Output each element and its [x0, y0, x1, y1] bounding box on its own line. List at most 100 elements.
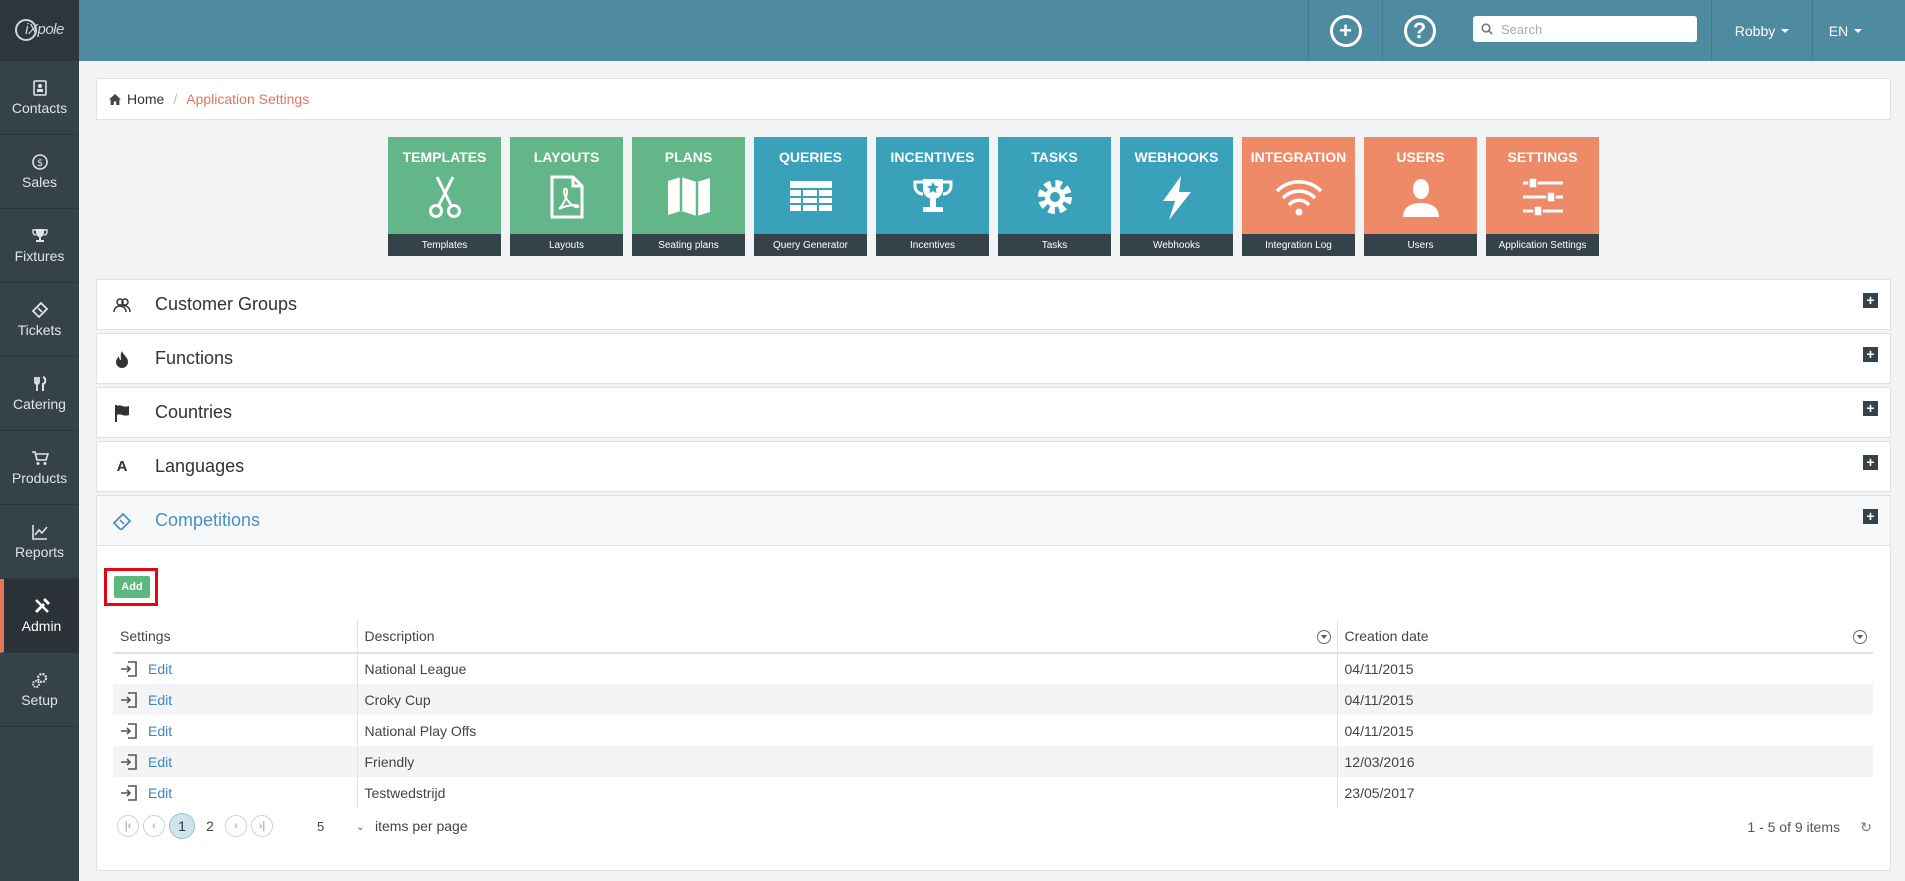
- panel-competitions[interactable]: Competitions +: [96, 495, 1891, 546]
- tile-title: USERS: [1396, 149, 1445, 165]
- breadcrumb-home[interactable]: Home: [127, 91, 164, 107]
- column-header-description[interactable]: Description: [356, 620, 1337, 654]
- contacts-icon: [32, 80, 47, 96]
- page-size-select[interactable]: 5 ⌄: [317, 819, 365, 834]
- tile-footer: Query Generator: [754, 234, 867, 256]
- tile-footer: Webhooks: [1120, 234, 1233, 256]
- sidebar-item-catering[interactable]: Catering: [0, 357, 79, 431]
- prev-page-button[interactable]: ‹: [143, 815, 165, 837]
- lightning-icon: [1162, 176, 1191, 220]
- sign-in-icon: [121, 784, 137, 801]
- tile-footer: Tasks: [998, 234, 1111, 256]
- sign-in-icon: [121, 753, 137, 770]
- expand-icon[interactable]: +: [1863, 455, 1878, 470]
- sidebar: iXpole Contacts $ Sales Fixtures Tickets…: [0, 0, 79, 881]
- top-bar: + ? Robby EN: [79, 0, 1905, 61]
- sidebar-item-sales[interactable]: $ Sales: [0, 135, 79, 209]
- sidebar-item-products[interactable]: Products: [0, 431, 79, 505]
- table-row: Edit National League 04/11/2015: [113, 653, 1873, 684]
- user-menu[interactable]: Robby: [1711, 0, 1812, 61]
- sign-in-icon: [121, 722, 137, 739]
- caret-down-icon: [1781, 28, 1790, 33]
- tile-webhooks[interactable]: WEBHOOKS Webhooks: [1120, 137, 1233, 256]
- tile-queries[interactable]: QUERIES Query Generator: [754, 137, 867, 256]
- panel-customer-groups[interactable]: Customer Groups +: [96, 279, 1891, 330]
- tile-footer: Templates: [388, 234, 501, 256]
- filter-icon[interactable]: [1853, 630, 1867, 644]
- tile-integration[interactable]: INTEGRATION Integration Log: [1242, 137, 1355, 256]
- sidebar-item-label: Products: [11, 470, 68, 486]
- edit-link[interactable]: Edit: [148, 692, 172, 708]
- page-button-current[interactable]: 1: [169, 813, 195, 839]
- next-page-button[interactable]: ›: [225, 815, 247, 837]
- column-header-creation-date[interactable]: Creation date: [1336, 620, 1873, 654]
- sidebar-item-tickets[interactable]: Tickets: [0, 283, 79, 357]
- tile-footer: Integration Log: [1242, 234, 1355, 256]
- first-page-button[interactable]: |‹: [117, 815, 139, 837]
- edit-link[interactable]: Edit: [148, 661, 172, 677]
- dollar-icon: $: [31, 154, 48, 170]
- cell-creation-date: 04/11/2015: [1336, 684, 1873, 715]
- expand-icon[interactable]: +: [1863, 347, 1878, 362]
- table-row: Edit Croky Cup 04/11/2015: [113, 684, 1873, 715]
- panel-functions[interactable]: Functions +: [96, 333, 1891, 384]
- cell-creation-date: 04/11/2015: [1336, 715, 1873, 746]
- help-button[interactable]: ?: [1382, 0, 1456, 61]
- tile-tasks[interactable]: TASKS Tasks: [998, 137, 1111, 256]
- tile-footer: Seating plans: [632, 234, 745, 256]
- panel-languages[interactable]: A Languages +: [96, 441, 1891, 492]
- edit-link[interactable]: Edit: [148, 785, 172, 801]
- question-circle-icon: ?: [1403, 14, 1436, 47]
- sign-in-icon: [121, 691, 137, 708]
- sidebar-item-reports[interactable]: Reports: [0, 505, 79, 579]
- ticket-icon: [112, 512, 132, 530]
- expand-icon[interactable]: +: [1863, 293, 1878, 308]
- panel-title: Customer Groups: [155, 294, 298, 314]
- tile-plans[interactable]: PLANS Seating plans: [632, 137, 745, 256]
- refresh-icon[interactable]: ↻: [1860, 819, 1872, 836]
- sidebar-item-fixtures[interactable]: Fixtures: [0, 209, 79, 283]
- expand-icon[interactable]: +: [1863, 509, 1878, 524]
- sidebar-item-label: Reports: [14, 544, 65, 560]
- tile-title: WEBHOOKS: [1134, 149, 1219, 165]
- page-button[interactable]: 2: [199, 815, 221, 837]
- edit-link[interactable]: Edit: [148, 723, 172, 739]
- tools-icon: [34, 598, 50, 614]
- quick-add-button[interactable]: +: [1308, 0, 1382, 61]
- sign-in-icon: [121, 661, 137, 677]
- panel-title: Functions: [155, 348, 234, 368]
- tile-title: INCENTIVES: [890, 149, 975, 165]
- tile-title: TEMPLATES: [402, 149, 487, 165]
- tile-title: QUERIES: [778, 149, 842, 165]
- sliders-icon: [1522, 177, 1563, 217]
- column-header-settings[interactable]: Settings: [113, 620, 357, 654]
- tile-incentives[interactable]: INCENTIVES Incentives: [876, 137, 989, 256]
- tile-users[interactable]: USERS Users: [1364, 137, 1477, 256]
- sidebar-item-setup[interactable]: Setup: [0, 653, 79, 727]
- tile-settings[interactable]: SETTINGS Application Settings: [1486, 137, 1599, 256]
- tile-templates[interactable]: TEMPLATES Templates: [388, 137, 501, 256]
- cell-description: Friendly: [356, 746, 1337, 777]
- chevron-down-icon: ⌄: [355, 820, 365, 833]
- gear-icon: [1037, 180, 1072, 214]
- sidebar-item-contacts[interactable]: Contacts: [0, 61, 79, 135]
- breadcrumb-separator: /: [173, 91, 178, 107]
- last-page-button[interactable]: ›|: [251, 815, 273, 837]
- add-button[interactable]: Add: [114, 576, 150, 598]
- language-menu[interactable]: EN: [1812, 0, 1878, 61]
- expand-icon[interactable]: +: [1863, 401, 1878, 416]
- user-icon: [1402, 179, 1439, 217]
- sidebar-item-label: Contacts: [11, 100, 68, 116]
- user-name: Robby: [1734, 22, 1776, 39]
- sidebar-item-admin[interactable]: Admin: [0, 579, 79, 653]
- edit-link[interactable]: Edit: [148, 754, 172, 770]
- panel-countries[interactable]: Countries +: [96, 387, 1891, 438]
- tile-layouts[interactable]: LAYOUTS Layouts: [510, 137, 623, 256]
- search-input[interactable]: [1501, 21, 1681, 37]
- trophy-icon: [913, 179, 952, 212]
- scissors-icon: [428, 176, 461, 218]
- cell-creation-date: 23/05/2017: [1336, 777, 1873, 808]
- cell-description: Croky Cup: [356, 684, 1337, 715]
- filter-icon[interactable]: [1316, 630, 1331, 644]
- logo[interactable]: iXpole: [0, 0, 79, 61]
